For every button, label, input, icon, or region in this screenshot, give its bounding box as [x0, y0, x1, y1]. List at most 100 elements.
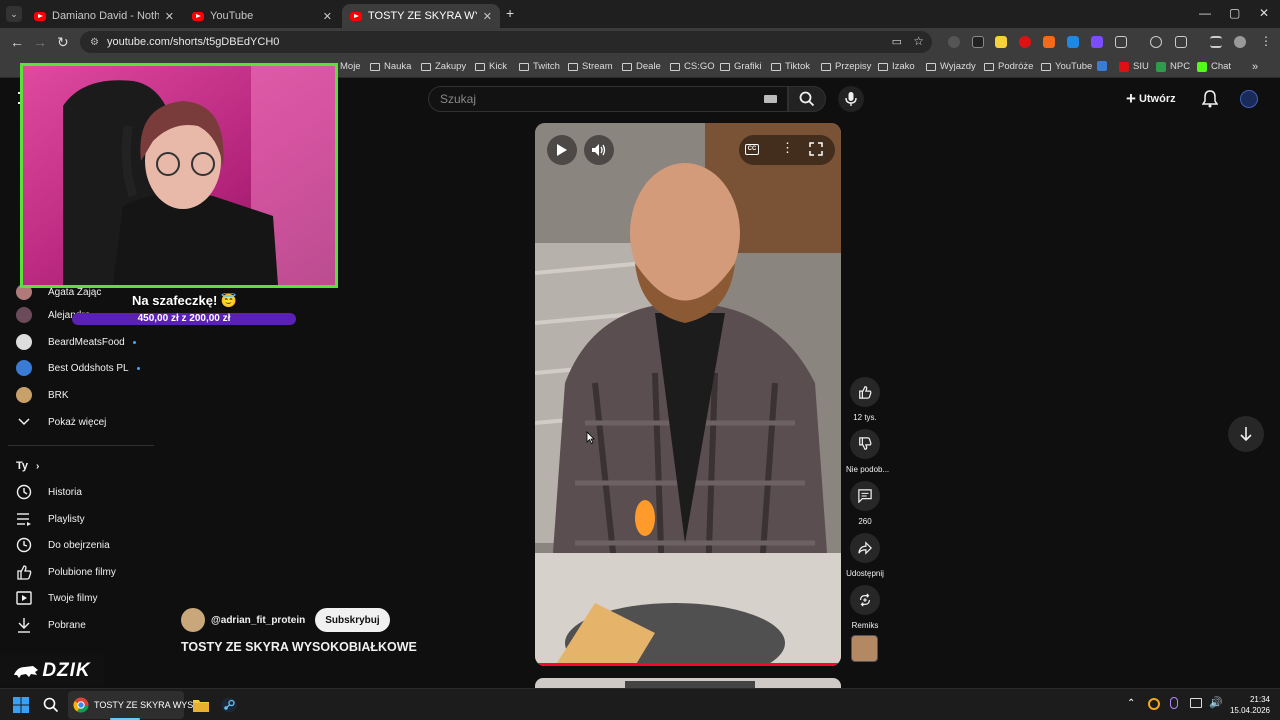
extension-icon[interactable] [1019, 36, 1031, 48]
remix-action[interactable]: Remiks [846, 585, 884, 630]
extensions-puzzle-icon[interactable] [1115, 36, 1127, 48]
sidebar-item-playlists[interactable]: Playlisty [16, 510, 85, 528]
extension-icon[interactable] [1043, 36, 1055, 48]
microphone-tray-icon[interactable] [1170, 697, 1178, 709]
next-short-button[interactable] [1228, 416, 1264, 452]
bookmark-folder[interactable]: Wyjazdy [926, 61, 976, 72]
forward-arrow-icon[interactable]: → [33, 34, 47, 50]
share-action[interactable]: Udostępnij [846, 533, 884, 578]
bookmark-folder[interactable]: Twitch [519, 61, 560, 72]
bookmark-folder[interactable]: YouTube [1041, 61, 1092, 72]
play-button[interactable] [547, 135, 577, 165]
bookmark-folder[interactable]: Deale [622, 61, 661, 72]
bookmark-folder[interactable]: Kick [475, 61, 507, 72]
bookmark-item[interactable]: SIU [1119, 61, 1149, 72]
browser-tab-active[interactable]: TOSTY ZE SKYRA WYSOKOBIAŁKOWE ✕ [342, 4, 500, 28]
tray-app-icon[interactable] [1148, 698, 1160, 710]
short-video-player[interactable]: CC ⋮ [535, 123, 841, 666]
subscription-item[interactable]: BRK [16, 386, 69, 404]
bookmark-item[interactable]: NPC [1156, 61, 1190, 72]
search-input[interactable]: Szukaj [428, 86, 788, 112]
sidebar-item-your-videos[interactable]: Twoje filmy [16, 589, 97, 607]
like-action[interactable]: 12 tys. [846, 377, 884, 422]
bookmark-star-icon[interactable]: ☆ [913, 34, 924, 48]
volume-button[interactable] [584, 135, 614, 165]
account-avatar[interactable] [1240, 90, 1258, 108]
subscription-item[interactable]: Best Oddshots PL [16, 359, 140, 377]
bookmark-item[interactable]: Moje [340, 61, 361, 72]
fullscreen-icon[interactable] [809, 142, 823, 161]
dislike-button[interactable] [850, 429, 880, 459]
share-button[interactable] [850, 533, 880, 563]
chrome-menu-icon[interactable]: ⋮ [1260, 34, 1272, 48]
show-hidden-icons-icon[interactable]: ⌃ [1127, 698, 1135, 709]
bookmark-folder[interactable]: Izako [878, 61, 915, 72]
bookmark-folder[interactable]: Podróże [984, 61, 1033, 72]
you-section-heading[interactable]: Ty › [16, 457, 39, 475]
channel-avatar[interactable] [181, 608, 205, 632]
dislike-action[interactable]: Nie podob... [846, 429, 889, 474]
more-bookmarks-icon[interactable]: » [1252, 61, 1258, 73]
maximize-window-icon[interactable]: ▢ [1229, 6, 1240, 20]
reading-list-icon[interactable] [1175, 36, 1187, 48]
address-bar[interactable]: ⚙ youtube.com/shorts/t5gDBEdYCH0 ▭ ☆ [80, 31, 932, 53]
reload-icon[interactable]: ↻ [57, 34, 69, 51]
extension-icon[interactable] [995, 36, 1007, 48]
bookmark-folder[interactable]: Grafiki [720, 61, 761, 72]
password-key-icon[interactable] [1150, 36, 1162, 48]
bookmark-item[interactable]: Chat [1197, 61, 1231, 72]
closed-captions-icon[interactable]: CC [745, 144, 759, 155]
browser-tab[interactable]: YouTube ✕ [184, 4, 340, 28]
bookmark-folder[interactable]: CS:GO [670, 61, 715, 72]
sidebar-item-watch-later[interactable]: Do obejrzenia [16, 536, 110, 554]
bookmark-item[interactable] [1097, 61, 1111, 71]
voice-search-button[interactable] [838, 86, 864, 112]
close-window-icon[interactable]: ✕ [1259, 6, 1269, 20]
system-clock[interactable]: 21:34 15.04.2026 [1226, 694, 1270, 716]
keyboard-icon[interactable] [764, 95, 777, 103]
profile-avatar[interactable] [1234, 36, 1246, 48]
bookmark-folder[interactable]: Przepisy [821, 61, 871, 72]
like-button[interactable] [850, 377, 880, 407]
sidebar-item-liked[interactable]: Polubione filmy [16, 563, 116, 581]
remix-button[interactable] [850, 585, 880, 615]
sound-thumbnail[interactable] [851, 635, 878, 662]
side-panel-icon[interactable] [1210, 36, 1222, 48]
new-tab-button[interactable]: + [506, 5, 514, 21]
extension-icon[interactable] [1067, 36, 1079, 48]
subscription-item[interactable]: BeardMeatsFood [16, 333, 136, 351]
tab-search-button[interactable]: ⌄ [6, 6, 22, 22]
sidebar-item-downloads[interactable]: Pobrane [16, 616, 86, 634]
video-progress-bar[interactable] [535, 663, 841, 666]
bookmark-folder[interactable]: Tiktok [771, 61, 810, 72]
comments-action[interactable]: 260 [846, 481, 884, 526]
close-tab-icon[interactable]: ✕ [323, 10, 332, 23]
next-short-preview[interactable] [535, 678, 841, 688]
bookmark-folder[interactable]: Zakupy [421, 61, 466, 72]
volume-tray-icon[interactable]: 🔊 [1209, 696, 1223, 709]
site-info-icon[interactable]: ⚙ [90, 37, 99, 48]
close-tab-icon[interactable]: ✕ [165, 10, 174, 23]
close-tab-icon[interactable]: ✕ [483, 10, 492, 23]
channel-name[interactable]: @adrian_fit_protein [211, 615, 305, 626]
search-button[interactable] [788, 86, 826, 112]
notifications-bell-icon[interactable] [1201, 90, 1219, 113]
comments-button[interactable] [850, 481, 880, 511]
browser-tab[interactable]: Damiano David - Nothing Breaks ✕ [26, 4, 182, 28]
back-arrow-icon[interactable]: ← [10, 34, 24, 50]
create-button[interactable]: + Utwórz [1126, 88, 1176, 110]
steam-icon[interactable] [221, 697, 237, 718]
bookmark-folder[interactable]: Stream [568, 61, 613, 72]
minimize-window-icon[interactable]: — [1199, 6, 1211, 20]
show-more-button[interactable]: Pokaż więcej [16, 413, 106, 431]
windows-start-icon[interactable] [13, 697, 29, 718]
bookmark-folder[interactable]: Nauka [370, 61, 411, 72]
sidebar-item-history[interactable]: Historia [16, 483, 82, 501]
install-app-icon[interactable]: ▭ [892, 35, 902, 48]
display-tray-icon[interactable] [1190, 698, 1202, 708]
extension-icon[interactable] [948, 36, 960, 48]
taskbar-search-icon[interactable] [43, 697, 59, 718]
extension-icon[interactable] [1091, 36, 1103, 48]
file-explorer-icon[interactable] [193, 698, 209, 717]
subscribe-button[interactable]: Subskrybuj [315, 608, 390, 632]
